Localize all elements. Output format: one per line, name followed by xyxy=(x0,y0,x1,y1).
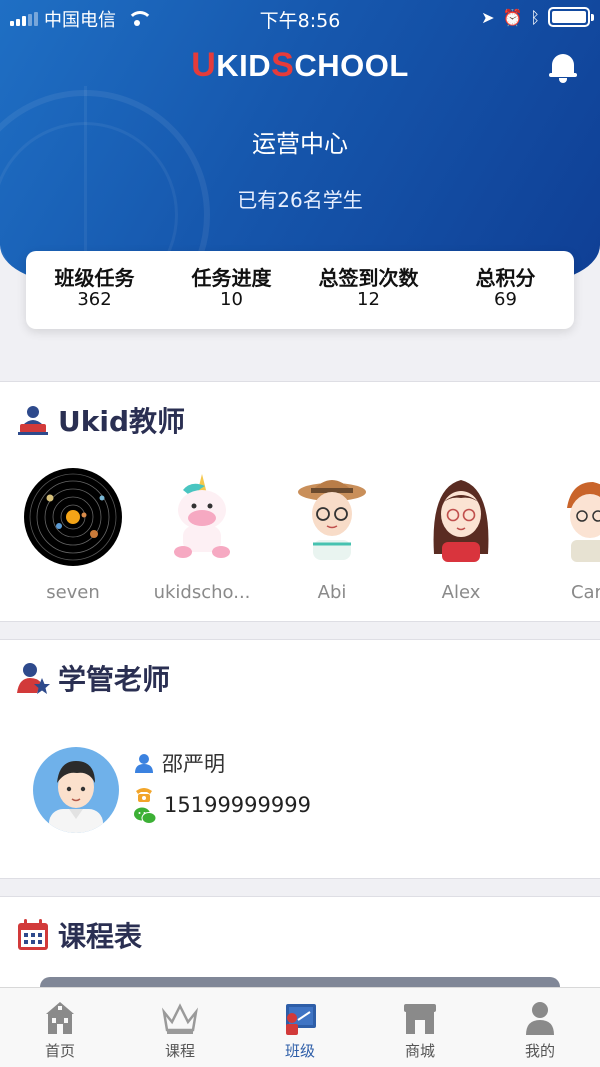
stat-label: 总签到次数 xyxy=(318,266,419,290)
stat-value: 10 xyxy=(220,289,243,310)
teacher-carousel[interactable]: seven ukidscho... Abi Alex Car xyxy=(0,468,600,608)
profile-icon xyxy=(520,1000,560,1036)
stat-label: 总积分 xyxy=(475,266,536,290)
teacher-name: Carr xyxy=(570,582,600,603)
section-title: 学管老师 xyxy=(58,663,171,696)
crown-icon xyxy=(160,1000,200,1036)
manager-star-icon xyxy=(17,663,50,694)
manager-avatar[interactable] xyxy=(33,747,119,833)
tab-label: 课程 xyxy=(164,1042,195,1060)
person-icon xyxy=(135,754,153,773)
stat-value: 69 xyxy=(494,289,517,310)
notification-bell-icon[interactable] xyxy=(549,51,577,83)
manager-phone-row[interactable]: 15199999999 xyxy=(134,785,311,825)
unicorn-avatar xyxy=(153,468,251,566)
teacher-card[interactable]: Alex xyxy=(401,468,521,603)
teacher-card[interactable]: ukidscho... xyxy=(142,468,262,603)
tab-label: 我的 xyxy=(524,1042,555,1060)
stat-checkins[interactable]: 总签到次数 12 xyxy=(300,251,437,329)
teacher-podium-icon xyxy=(18,406,48,435)
class-icon xyxy=(280,1000,320,1036)
stat-value: 362 xyxy=(77,289,112,310)
tab-shop[interactable]: 商城 xyxy=(360,988,480,1067)
page-title: 运营中心 xyxy=(252,130,348,158)
wechat-icon xyxy=(134,807,156,824)
stat-label: 班级任务 xyxy=(54,266,135,290)
stat-task-progress[interactable]: 任务进度 10 xyxy=(163,251,300,329)
teacher-name: ukidscho... xyxy=(153,582,251,603)
girl-glasses-avatar xyxy=(412,468,510,566)
teacher-name: Abi xyxy=(317,582,347,603)
girl-hat-avatar xyxy=(283,468,381,566)
bluetooth-icon: ᛒ xyxy=(530,7,540,27)
tab-label: 班级 xyxy=(284,1042,315,1060)
tab-label: 首页 xyxy=(44,1042,75,1060)
home-icon xyxy=(40,1000,80,1036)
tab-courses[interactable]: 课程 xyxy=(120,988,240,1067)
teacher-card[interactable]: Carr xyxy=(530,468,600,603)
shop-icon xyxy=(400,1000,440,1036)
solar-system-avatar xyxy=(24,468,122,566)
calendar-icon xyxy=(18,919,48,950)
teachers-section: Ukid教师 seven ukidscho... Abi Alex Car xyxy=(0,381,600,622)
manager-section: 学管老师 邵严明 15199999999 xyxy=(0,639,600,879)
boy-avatar xyxy=(541,468,600,566)
app-logo: UKIDSCHOOL xyxy=(191,46,409,84)
teacher-card[interactable]: Abi xyxy=(272,468,392,603)
tab-home[interactable]: 首页 xyxy=(0,988,120,1067)
teacher-name: Alex xyxy=(441,582,481,603)
bottom-tab-bar: 首页 课程 班级 商城 我的 xyxy=(0,987,600,1067)
stat-points[interactable]: 总积分 69 xyxy=(437,251,574,329)
status-bar: 中国电信 下午8:56 ➤ ⏰ ᛒ xyxy=(0,0,600,34)
teacher-card[interactable]: seven xyxy=(13,468,133,603)
manager-name-row: 邵严明 xyxy=(134,748,225,778)
stat-class-tasks[interactable]: 班级任务 362 xyxy=(26,251,163,329)
stat-value: 12 xyxy=(357,289,380,310)
battery-icon xyxy=(548,7,594,27)
tab-label: 商城 xyxy=(404,1042,435,1060)
header-banner: 中国电信 下午8:56 ➤ ⏰ ᛒ UKIDSCHOOL 运营中心 已有26名学… xyxy=(0,0,600,283)
tab-class[interactable]: 班级 xyxy=(240,988,360,1067)
schedule-section: 课程表 xyxy=(0,896,600,997)
section-title: Ukid教师 xyxy=(58,405,185,438)
location-icon: ➤ xyxy=(481,7,495,27)
telephone-icon xyxy=(136,788,152,802)
tab-profile[interactable]: 我的 xyxy=(480,988,600,1067)
stat-label: 任务进度 xyxy=(191,266,272,290)
stats-card: 班级任务 362 任务进度 10 总签到次数 12 总积分 69 xyxy=(26,251,574,329)
student-count: 已有26名学生 xyxy=(237,188,363,212)
teacher-name: seven xyxy=(46,582,100,603)
section-title: 课程表 xyxy=(58,920,143,953)
manager-name: 邵严明 xyxy=(162,752,225,776)
manager-phone[interactable]: 15199999999 xyxy=(164,793,311,817)
alarm-icon: ⏰ xyxy=(502,7,523,27)
